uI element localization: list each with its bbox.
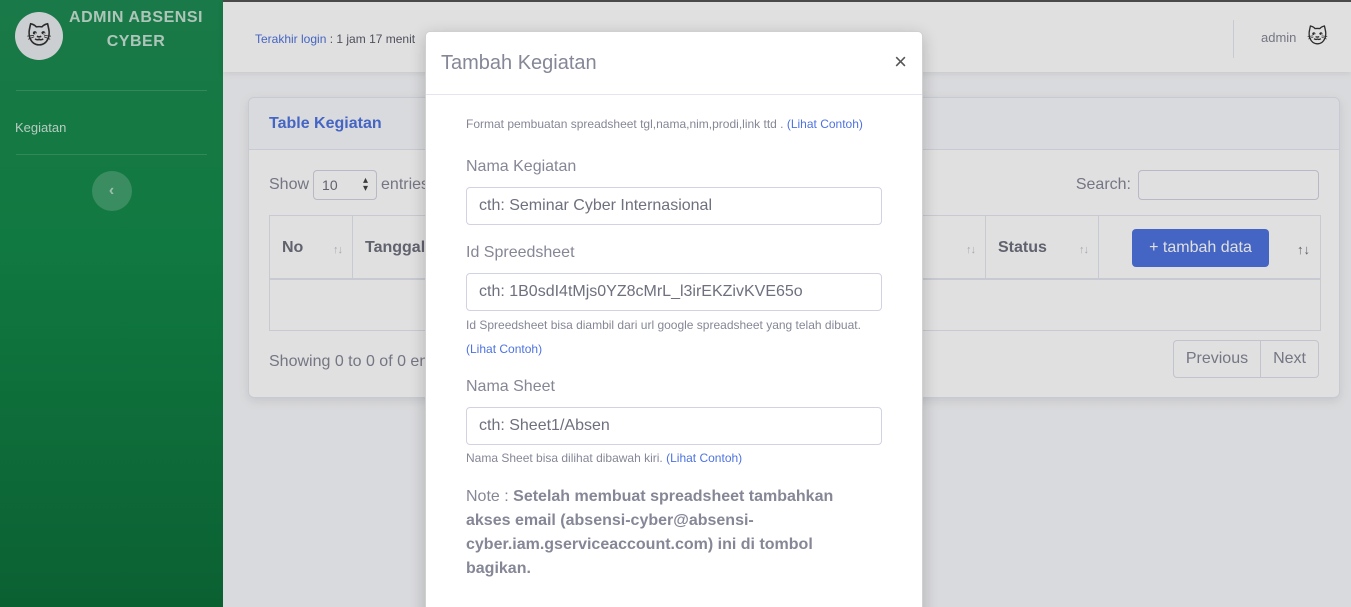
id-hint: Id Spreedsheet bisa diambil dari url goo…: [466, 318, 861, 356]
nama-kegiatan-input[interactable]: cth: Seminar Cyber Internasional: [466, 187, 882, 225]
id-example-link[interactable]: Lihat Contoh: [470, 342, 538, 356]
id-hint-text: Id Spreedsheet bisa diambil dari url goo…: [466, 318, 861, 332]
format-link-close: ): [858, 117, 863, 131]
sheet-hint: Nama Sheet bisa dilihat dibawah kiri. (L…: [466, 451, 743, 465]
nama-sheet-input[interactable]: cth: Sheet1/Absen: [466, 407, 882, 445]
modal-header: Tambah Kegiatan ×: [426, 32, 922, 95]
close-icon[interactable]: ×: [894, 49, 907, 75]
nama-sheet-label: Nama Sheet: [466, 378, 555, 395]
sheet-hint-text: Nama Sheet bisa dilihat dibawah kiri.: [466, 451, 667, 465]
note-label: Note :: [466, 488, 514, 505]
modal-body: Format pembuatan spreadsheet tgl,nama,ni…: [426, 112, 922, 581]
id-spreadsheet-input[interactable]: cth: 1B0sdI4tMjs0YZ8cMrL_l3irEKZivKVE65o: [466, 273, 882, 311]
format-example-link[interactable]: Lihat Contoh: [791, 117, 859, 131]
modal-title: Tambah Kegiatan: [441, 51, 597, 74]
note: Note : Setelah membuat spreadsheet tamba…: [466, 485, 882, 581]
note-text: Setelah membuat spreadsheet tambahkan ak…: [466, 488, 834, 577]
format-hint-text: Format pembuatan spreadsheet tgl,nama,ni…: [466, 117, 787, 131]
nama-kegiatan-label: Nama Kegiatan: [466, 158, 577, 175]
format-hint: Format pembuatan spreadsheet tgl,nama,ni…: [466, 112, 882, 136]
sheet-example-link[interactable]: Lihat Contoh: [670, 451, 738, 465]
id-spreadsheet-label: Id Spreedsheet: [466, 244, 575, 261]
tambah-kegiatan-modal: Tambah Kegiatan × Format pembuatan sprea…: [425, 31, 923, 607]
